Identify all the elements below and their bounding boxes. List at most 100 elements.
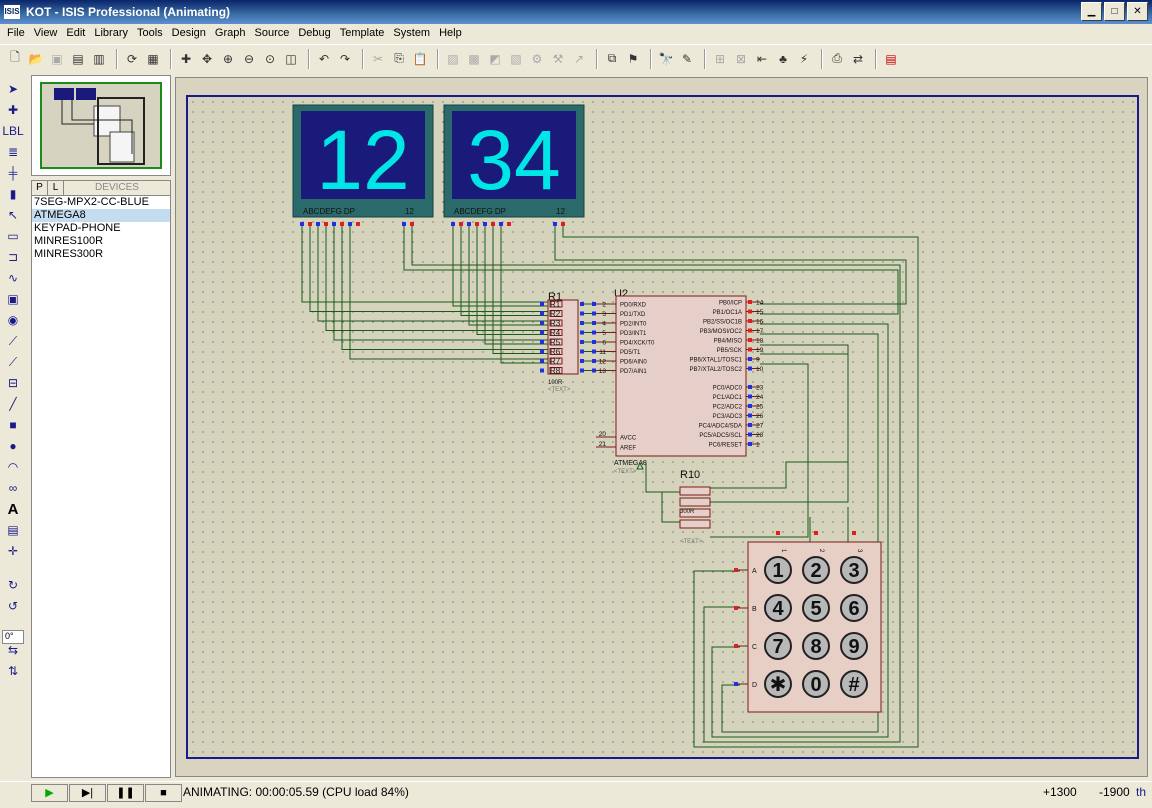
undo-icon[interactable]: ↶ (315, 50, 333, 68)
block-delete-icon[interactable]: ▧ (507, 50, 525, 68)
resistor-r10[interactable]: R10 300R <TEXT> (679, 469, 711, 545)
r10-label: R10 (680, 469, 700, 481)
zoom-out-icon[interactable]: ⊖ (240, 50, 258, 68)
block-move-icon[interactable]: ▩ (465, 50, 483, 68)
netlist-icon[interactable]: ⎙ (828, 50, 846, 68)
new-file-icon[interactable]: 🗋 (6, 50, 24, 68)
menu-template[interactable]: Template (337, 27, 391, 39)
rotate-anticlockwise-icon[interactable]: ↺ (2, 596, 24, 616)
block-rotate-icon[interactable]: ◩ (486, 50, 504, 68)
terminal-icon[interactable]: ▭ (2, 226, 24, 246)
electrical-check-icon[interactable]: ⚡ (795, 50, 813, 68)
schematic-sheet[interactable]: 12 ABCDEFG DP 12 34 ABCDEFG DP 12 R1 R1 R… (186, 95, 1139, 759)
device-item[interactable]: MINRES100R (32, 235, 170, 248)
bus-icon[interactable]: ╪ (2, 163, 24, 183)
symbol-icon[interactable]: ▤ (2, 520, 24, 540)
play-button[interactable]: ▶ (31, 783, 68, 802)
wire-autorouter-icon[interactable]: ⧉ (603, 50, 621, 68)
zoom-in-icon[interactable]: ⊕ (219, 50, 237, 68)
origin-icon[interactable]: ✚ (177, 50, 195, 68)
menu-help[interactable]: Help (436, 27, 468, 39)
pause-button[interactable]: ❚❚ (107, 783, 144, 802)
path-icon[interactable]: ∞ (2, 478, 24, 498)
arc-icon[interactable]: ◠ (2, 457, 24, 477)
remove-sheet-icon[interactable]: ⊠ (732, 50, 750, 68)
device-item[interactable]: 7SEG-MPX2-CC-BLUE (32, 196, 170, 209)
ares-export-icon[interactable]: ⇄ (849, 50, 867, 68)
refresh-icon[interactable]: ⟳ (123, 50, 141, 68)
marker-icon[interactable]: ✛ (2, 541, 24, 561)
menu-view[interactable]: View (31, 27, 64, 39)
mirror-y-icon[interactable]: ⇅ (2, 661, 24, 681)
paste-icon[interactable]: 📋 (411, 50, 429, 68)
text-script-icon[interactable]: ≣ (2, 142, 24, 162)
keypad-phone[interactable]: 1 2 3ABCD1 2 34 5 67 8 9✱ 0 # (734, 531, 882, 713)
cut-icon[interactable]: ✂ (369, 50, 387, 68)
redo-icon[interactable]: ↷ (336, 50, 354, 68)
circle-icon[interactable]: ● (2, 436, 24, 456)
graph-icon[interactable]: ∿ (2, 268, 24, 288)
close-button[interactable]: ✕ (1127, 2, 1148, 21)
maximize-button[interactable]: □ (1104, 2, 1125, 21)
package-tool-icon[interactable]: ↗ (570, 50, 588, 68)
bill-of-materials-icon[interactable]: ♣ (774, 50, 792, 68)
seven-segment-display-2[interactable]: 34 ABCDEFG DP 12 (443, 104, 585, 218)
exit-to-parent-icon[interactable]: ⇤ (753, 50, 771, 68)
pin-icon[interactable]: ⊐ (2, 247, 24, 267)
menu-tools[interactable]: Tools (134, 27, 169, 39)
selection-mode-icon[interactable]: ➤ (2, 79, 24, 99)
open-folder-icon[interactable]: 📂 (27, 50, 45, 68)
menu-graph[interactable]: Graph (212, 27, 252, 39)
new-sheet-icon[interactable]: ⊞ (711, 50, 729, 68)
junction-dot-icon[interactable]: ✚ (2, 100, 24, 120)
generator-icon[interactable]: ◉ (2, 310, 24, 330)
import-icon[interactable]: ▤ (69, 50, 87, 68)
current-probe-icon[interactable]: ⟋ (2, 352, 24, 372)
copy-icon[interactable]: ⎘ (390, 50, 408, 68)
wire-label-icon[interactable]: LBL (2, 121, 24, 141)
property-tool-icon[interactable]: ⚑ (624, 50, 642, 68)
tools-icon[interactable]: ✎ (678, 50, 696, 68)
minimize-button[interactable]: ▁ (1081, 2, 1102, 21)
seven-segment-display-1[interactable]: 12 ABCDEFG DP 12 (292, 104, 434, 218)
line-icon[interactable]: ╱ (2, 394, 24, 414)
search-tag-icon[interactable]: 🔭 (657, 50, 675, 68)
device-item-selected[interactable]: ATMEGA8 (32, 209, 170, 222)
save-icon[interactable]: ▣ (48, 50, 66, 68)
pan-icon[interactable]: ✥ (198, 50, 216, 68)
text-icon[interactable]: A (2, 499, 24, 519)
voltage-probe-icon[interactable]: ⟋ (2, 331, 24, 351)
menu-design[interactable]: Design (169, 27, 212, 39)
step-button[interactable]: ▶| (69, 783, 106, 802)
tape-recorder-icon[interactable]: ▣ (2, 289, 24, 309)
microcontroller-u2[interactable]: U2 2 PD0/RXD3 PD1/TXD4 PD2/INT05 PD3/INT16 PD… (592, 288, 764, 475)
box-icon[interactable]: ■ (2, 415, 24, 435)
pick-device-icon[interactable]: ⚙ (528, 50, 546, 68)
menu-system[interactable]: System (390, 27, 436, 39)
schematic-editor-canvas[interactable]: 12 ABCDEFG DP 12 34 ABCDEFG DP 12 R1 R1 R… (175, 77, 1148, 777)
rotation-angle-field[interactable]: 0° (2, 630, 24, 644)
virtual-instrument-icon[interactable]: ⊟ (2, 373, 24, 393)
ares-icon[interactable]: ▤ (882, 50, 900, 68)
library-manager-button[interactable]: L (48, 181, 64, 195)
menu-source[interactable]: Source (252, 27, 296, 39)
device-item[interactable]: MINRES300R (32, 248, 170, 261)
block-copy-icon[interactable]: ▨ (444, 50, 462, 68)
grid-icon[interactable]: ▦ (144, 50, 162, 68)
pick-devices-button[interactable]: P (32, 181, 48, 195)
stop-button[interactable]: ■ (145, 783, 182, 802)
menu-debug[interactable]: Debug (295, 27, 336, 39)
rotate-clockwise-icon[interactable]: ↻ (2, 575, 24, 595)
make-device-icon[interactable]: ⚒ (549, 50, 567, 68)
pointer-icon[interactable]: ↖ (2, 205, 24, 225)
menu-edit[interactable]: Edit (63, 27, 91, 39)
device-item[interactable]: KEYPAD-PHONE (32, 222, 170, 235)
menu-file[interactable]: File (4, 27, 31, 39)
pin-markers (300, 222, 565, 226)
zoom-area-icon[interactable]: ◫ (282, 50, 300, 68)
component-mode-icon[interactable]: ▮ (2, 184, 24, 204)
export-icon[interactable]: ▥ (90, 50, 108, 68)
menu-library[interactable]: Library (91, 27, 134, 39)
zoom-all-icon[interactable]: ⊙ (261, 50, 279, 68)
overview-window[interactable] (31, 75, 171, 176)
